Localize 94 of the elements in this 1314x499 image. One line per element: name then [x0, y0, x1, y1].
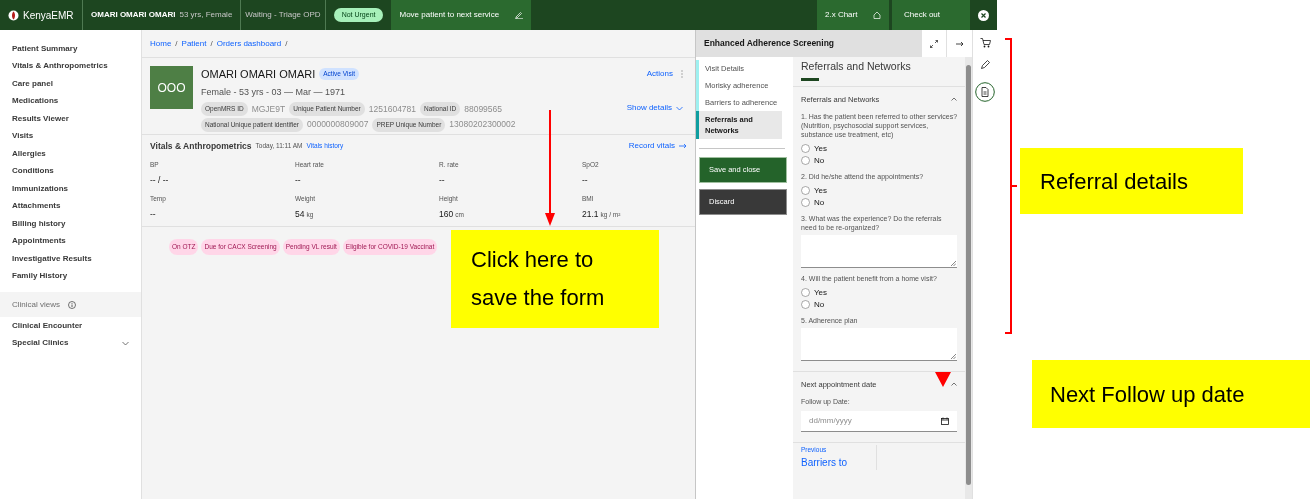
radio-button[interactable] — [801, 155, 810, 165]
patient-name: OMARI OMARI OMARI — [91, 9, 176, 21]
close-icon[interactable] — [978, 9, 989, 21]
radio-button[interactable] — [801, 185, 810, 195]
triangle-marker — [935, 372, 951, 387]
callout-box: Next Follow up date — [1032, 360, 1310, 428]
actions-menu-button[interactable]: Actions — [646, 68, 673, 81]
maximize-button[interactable] — [922, 30, 947, 57]
form-page-title: Referrals and Networks — [801, 59, 912, 74]
breadcrumb-separator: / — [175, 37, 178, 50]
option-label: Yes — [814, 142, 828, 154]
chevron-up-icon[interactable] — [951, 97, 958, 102]
breadcrumb-separator: / — [285, 37, 288, 50]
sidebar-link[interactable]: Allergies — [0, 145, 141, 163]
patient-demographics: Female - 53 yrs - 03 — Mar — 1971 — [201, 85, 347, 99]
sidebar-link[interactable]: Vitals & Anthropometrics — [0, 57, 141, 75]
callout-box: Click here to save the form — [451, 230, 659, 328]
move-patient-button[interactable]: Move patient to next service — [391, 0, 532, 30]
section-title: Vitals & Anthropometrics — [150, 139, 252, 153]
date-input[interactable]: dd/mm/yyyy — [809, 415, 909, 428]
sidebar-link[interactable]: Immunizations — [0, 180, 141, 198]
text-area[interactable] — [801, 327, 958, 361]
scrollbar[interactable] — [965, 57, 972, 499]
queue-status: Waiting - Triage OPD — [245, 9, 321, 21]
sidebar-link[interactable]: Results Viewer — [0, 110, 141, 128]
vital-value: -- — [150, 207, 156, 221]
sidebar-link[interactable]: Patient Summary — [0, 40, 141, 58]
radio-button[interactable] — [801, 143, 810, 153]
vital-value: -- — [295, 174, 301, 187]
brand-name: KenyaEMR — [23, 8, 74, 23]
section-label: Clinical views — [12, 298, 60, 311]
calendar-icon — [941, 417, 950, 426]
resize-handle-icon — [951, 260, 957, 266]
text-area[interactable] — [801, 234, 958, 268]
arrow-right-icon — [955, 40, 964, 47]
breadcrumb-link[interactable]: Patient — [181, 37, 207, 50]
radio-button[interactable] — [801, 299, 810, 309]
breadcrumb-separator: / — [210, 37, 213, 50]
show-details-link[interactable]: Show details — [626, 102, 687, 114]
sidebar-link[interactable]: Care panel — [0, 75, 141, 93]
sidebar-link[interactable]: Billing history — [0, 215, 141, 233]
chart-button[interactable]: 2.x Chart — [817, 0, 889, 30]
patient-name: OMARI OMARI OMARI — [201, 67, 316, 82]
option-label: No — [814, 196, 825, 208]
home-icon — [873, 11, 881, 19]
patient-avatar: OOO — [150, 66, 193, 109]
sidebar-link[interactable]: Appointments — [0, 232, 141, 250]
sidebar-link[interactable]: Family History — [0, 267, 141, 285]
pen-icon[interactable] — [980, 60, 990, 70]
record-vitals-link[interactable]: Record vitals — [628, 139, 687, 152]
sidebar-link[interactable]: Attachments — [0, 197, 141, 215]
close-panel-button[interactable] — [947, 30, 972, 57]
chevron-down-icon — [676, 105, 683, 111]
sidebar-link[interactable]: Medications — [0, 92, 141, 110]
identifier-value: 0000000809007 — [306, 118, 369, 131]
sidebar-link[interactable]: Conditions — [0, 162, 141, 180]
expand-icon — [930, 39, 938, 48]
option-label: Yes — [814, 286, 828, 298]
document-icon[interactable] — [975, 82, 995, 102]
callout-box: Referral details — [1020, 148, 1243, 214]
option-label: No — [814, 154, 825, 166]
identifier-value: 13080202300002 — [449, 118, 516, 131]
logo-icon — [8, 9, 19, 21]
vital-value: -- — [439, 174, 445, 187]
vital-value: 160 — [439, 207, 454, 221]
option-label: No — [814, 298, 825, 310]
identifier-value: MGJE9T — [251, 102, 286, 116]
option-label: Yes — [814, 184, 828, 196]
check-out-button[interactable]: Check out — [892, 0, 970, 30]
sidebar-link[interactable]: Clinical Encounter — [12, 319, 83, 332]
resize-handle-icon — [951, 353, 957, 359]
workspace-title: Enhanced Adherence Screening — [703, 37, 836, 50]
cart-icon[interactable] — [979, 38, 991, 48]
sidebar-link[interactable]: Special Clinics — [12, 337, 69, 350]
sidebar-link[interactable]: Visits — [0, 127, 141, 145]
radio-button[interactable] — [801, 197, 810, 207]
sidebar-link[interactable]: Investigative Results — [0, 250, 141, 268]
info-icon[interactable] — [68, 300, 76, 309]
vital-value: 21.1 — [582, 207, 599, 221]
previous-page-link[interactable]: Barriers to — [801, 455, 868, 470]
chevron-up-icon[interactable] — [951, 382, 958, 387]
identifier-value: 88099565 — [464, 102, 503, 116]
arrow-right-icon — [679, 142, 687, 149]
vital-value: -- — [582, 174, 588, 187]
vital-value: 54 — [295, 207, 305, 221]
patient-age-sex: 53 yrs, Female — [179, 9, 233, 21]
breadcrumb-link[interactable]: Home — [150, 37, 172, 50]
pencil-icon — [515, 11, 524, 19]
radio-button[interactable] — [801, 287, 810, 297]
breadcrumb-link[interactable]: Orders dashboard — [216, 37, 282, 50]
identifier-value: 1251604781 — [368, 102, 417, 116]
chevron-down-icon[interactable] — [122, 340, 129, 346]
vital-value: -- / -- — [150, 174, 169, 187]
date-picker[interactable]: dd/mm/yyyy — [801, 411, 958, 433]
